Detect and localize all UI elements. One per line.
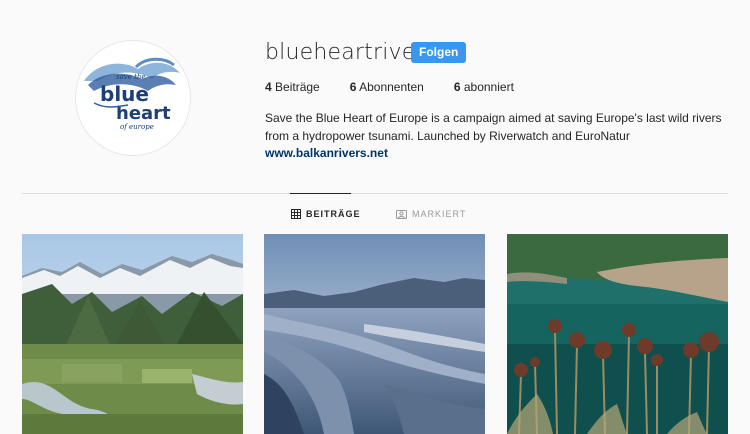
stat-followers-count: 6: [349, 80, 357, 94]
tabs-divider: [22, 193, 728, 194]
post-image-lake-flowers: [507, 234, 728, 434]
stat-followers-label: Abonnenten: [359, 80, 424, 94]
follow-button[interactable]: Folgen: [411, 42, 467, 63]
post-tile-lake-flowers[interactable]: [507, 234, 728, 434]
stat-followers[interactable]: 6 Abonnenten: [350, 80, 424, 94]
tab-tagged-label: MARKIERT: [412, 209, 467, 219]
stat-posts-count: 4: [265, 80, 272, 94]
post-image-mountain-valley: [22, 234, 243, 434]
tagged-icon: [396, 210, 407, 219]
tab-tagged[interactable]: MARKIERT: [396, 209, 466, 219]
avatar-logo-line-4: of europe: [120, 123, 154, 131]
stat-following-label: abonniert: [463, 80, 514, 94]
stat-posts[interactable]: 4 Beiträge: [265, 80, 320, 94]
avatar-logo-line-1: save the: [116, 73, 146, 81]
bio-website-link[interactable]: www.balkanrivers.net: [265, 146, 388, 160]
profile-avatar[interactable]: save the blue heart of europe: [75, 40, 191, 156]
tab-posts-label: BEITRÄGE: [306, 209, 361, 219]
profile-bio: Save the Blue Heart of Europe is a campa…: [265, 111, 722, 143]
tab-posts[interactable]: BEITRÄGE: [291, 209, 361, 219]
profile-stats: 4 Beiträge 6 Abonnenten 6 abonniert: [265, 80, 514, 94]
post-tile-mountain-valley[interactable]: [22, 234, 243, 434]
active-tab-indicator: [290, 193, 351, 194]
grid-icon: [291, 209, 301, 219]
post-image-river-dusk: [264, 234, 485, 434]
stat-following-count: 6: [453, 80, 461, 94]
stat-posts-label: Beiträge: [275, 80, 320, 94]
stat-following[interactable]: 6 abonniert: [454, 80, 514, 94]
blue-heart-logo-icon: save the blue heart of europe: [76, 41, 190, 155]
post-tile-river-dusk[interactable]: [264, 234, 485, 434]
